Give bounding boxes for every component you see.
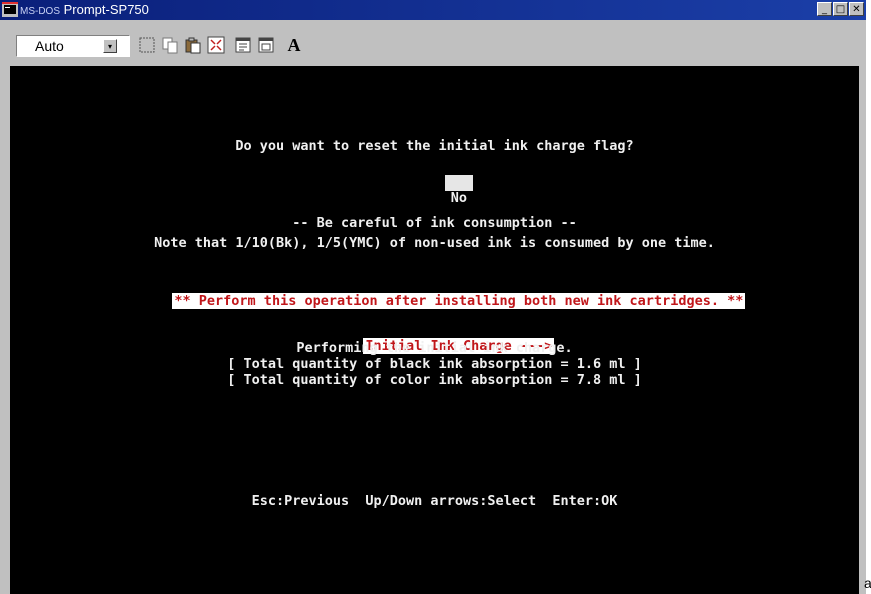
paste-button[interactable] bbox=[183, 35, 203, 55]
font-icon: A bbox=[287, 34, 301, 55]
font-size-select[interactable]: Auto ▾ bbox=[16, 35, 130, 57]
key-help: Esc:Previous Up/Down arrows:Select Enter… bbox=[251, 493, 618, 509]
fullscreen-icon bbox=[207, 36, 225, 54]
copy-button[interactable] bbox=[160, 35, 180, 55]
fullscreen-button[interactable] bbox=[206, 35, 226, 55]
window-title: Prompt-SP750 bbox=[63, 2, 149, 17]
toolbar: Auto ▾ A bbox=[0, 20, 866, 66]
edge-text: a bbox=[864, 575, 871, 591]
black-ink-absorption: [ Total quantity of black ink absorption… bbox=[227, 356, 642, 372]
ms-dos-window: MS-DOS Prompt-SP750 _ □ ✕ Auto ▾ A Do yo… bbox=[0, 0, 866, 594]
window-title-prefix: MS-DOS bbox=[20, 6, 60, 17]
ms-dos-app-icon[interactable] bbox=[2, 2, 18, 17]
option-no[interactable]: No bbox=[451, 190, 467, 206]
title-bar[interactable]: MS-DOS Prompt-SP750 _ □ ✕ bbox=[0, 0, 866, 20]
chevron-down-icon[interactable]: ▾ bbox=[103, 39, 117, 53]
caution-note: Note that 1/10(Bk), 1/5(YMC) of non-used… bbox=[154, 235, 715, 251]
close-button[interactable]: ✕ bbox=[849, 2, 864, 16]
properties-icon bbox=[235, 37, 251, 53]
maximize-button[interactable]: □ bbox=[833, 2, 848, 16]
minimize-button[interactable]: _ bbox=[817, 2, 832, 16]
mark-button[interactable] bbox=[137, 35, 157, 55]
console-screen[interactable]: Do you want to reset the initial ink cha… bbox=[10, 66, 859, 594]
font-button[interactable]: A bbox=[283, 35, 305, 55]
properties-button[interactable] bbox=[233, 35, 253, 55]
reset-question: Do you want to reset the initial ink cha… bbox=[235, 138, 634, 154]
color-ink-absorption: [ Total quantity of color ink absorption… bbox=[227, 372, 642, 388]
caution-title: -- Be careful of ink consumption -- bbox=[292, 215, 577, 231]
background-icon bbox=[258, 37, 274, 53]
performing-charge-text: Performing the initial ink charge. bbox=[296, 340, 573, 356]
cartridge-warning: ** Perform this operation after installi… bbox=[172, 293, 746, 309]
mark-icon bbox=[139, 37, 155, 53]
font-size-value: Auto bbox=[35, 38, 64, 54]
background-button[interactable] bbox=[256, 35, 276, 55]
paste-icon bbox=[185, 37, 201, 54]
copy-icon bbox=[162, 37, 178, 54]
